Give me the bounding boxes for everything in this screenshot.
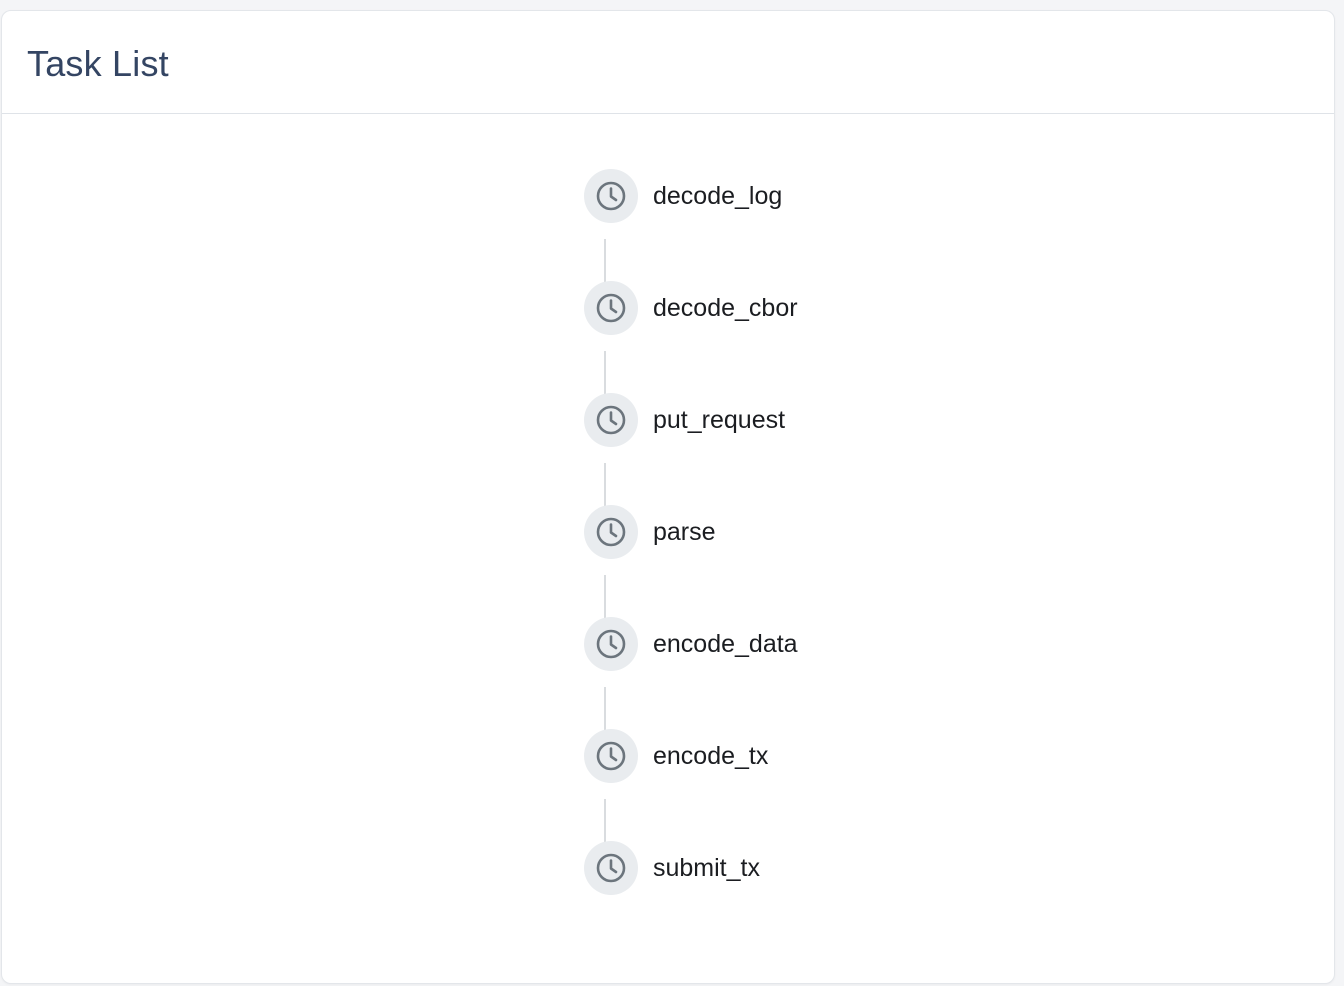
timeline-connector: [604, 687, 606, 733]
task-label: parse: [653, 518, 716, 546]
task-label: decode_cbor: [653, 294, 798, 322]
task-label: put_request: [653, 406, 786, 434]
task-label: encode_data: [653, 630, 798, 658]
timeline-connector: [604, 463, 606, 509]
task-label: submit_tx: [653, 854, 760, 882]
clock-icon: [584, 841, 638, 895]
clock-icon: [584, 617, 638, 671]
clock-icon: [584, 505, 638, 559]
task-list-panel: Task List: [1, 10, 1335, 984]
clock-icon: [584, 281, 638, 335]
timeline-connector: [604, 799, 606, 845]
timeline-connector: [604, 239, 606, 285]
panel-header: Task List: [2, 11, 1334, 114]
timeline-connector: [604, 575, 606, 621]
clock-icon: [584, 169, 638, 223]
panel-title: Task List: [27, 43, 169, 84]
clock-icon: [584, 729, 638, 783]
task-label: encode_tx: [653, 742, 769, 770]
clock-icon: [584, 393, 638, 447]
timeline-connector: [604, 351, 606, 397]
task-label: decode_log: [653, 182, 783, 210]
